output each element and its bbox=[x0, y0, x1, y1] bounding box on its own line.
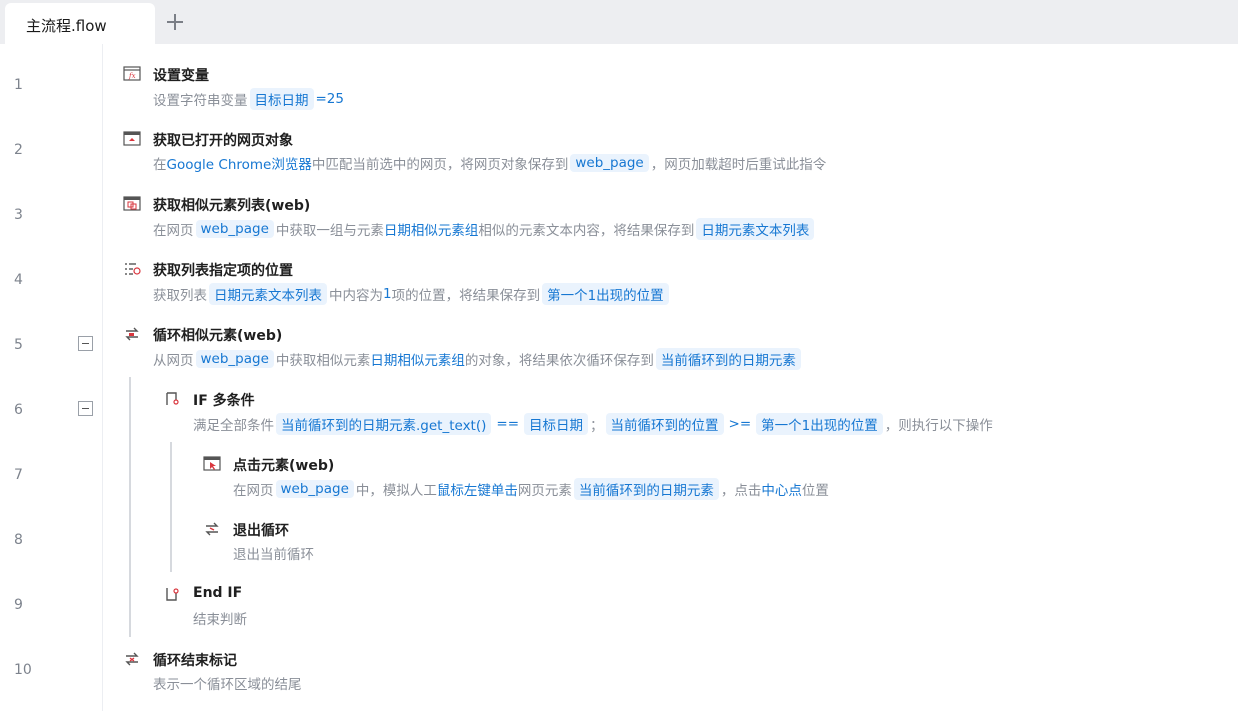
click-type-link[interactable]: 鼠标左键单击 bbox=[437, 479, 518, 499]
step-title: 获取已打开的网页对象 bbox=[153, 133, 293, 149]
variable-chip[interactable]: 日期元素文本列表 bbox=[209, 283, 327, 305]
step-title: 循环结束标记 bbox=[153, 653, 237, 669]
desc-text: 项的位置，将结果保存到 bbox=[391, 288, 541, 304]
web-page-icon bbox=[123, 131, 141, 146]
tab-bar: 主流程.flow bbox=[0, 0, 1238, 44]
operator-text: == bbox=[496, 416, 520, 432]
desc-text: 中，模拟人工 bbox=[355, 483, 437, 499]
list-position-icon bbox=[125, 263, 141, 275]
desc-text: ，则执行以下操作 bbox=[884, 418, 993, 434]
desc-text: 中内容为 bbox=[329, 288, 383, 304]
desc-text: 在 bbox=[153, 157, 167, 173]
step-description: 满足全部条件 当前循环到的日期元素.get_text() == 目标日期 ； 当… bbox=[193, 413, 993, 435]
step-description: 表示一个循环区域的结尾 bbox=[153, 673, 302, 693]
step-title: 退出循环 bbox=[233, 523, 289, 539]
variable-chip[interactable]: 当前循环到的位置 bbox=[605, 413, 724, 435]
desc-text: 设置字符串变量 bbox=[153, 93, 248, 109]
desc-text: 表示一个循环区域的结尾 bbox=[153, 677, 302, 693]
variable-chip[interactable]: 第一个1出现的位置 bbox=[542, 283, 669, 305]
desc-text: 在网页 bbox=[233, 483, 274, 499]
step-description: 设置字符串变量 目标日期 =25 bbox=[153, 88, 344, 110]
step-description: 退出当前循环 bbox=[233, 543, 314, 563]
desc-text: 位置 bbox=[801, 483, 829, 499]
step-description: 在 Google Chrome浏览器 中匹配当前选中的网页，将网页对象保存到 w… bbox=[153, 153, 826, 173]
line-number: 4 bbox=[14, 272, 23, 288]
set-variable-icon: fx bbox=[123, 66, 141, 81]
line-number: 9 bbox=[14, 597, 23, 613]
value-text: =25 bbox=[315, 91, 345, 107]
line-number: 2 bbox=[14, 142, 23, 158]
value-text: 1 bbox=[383, 286, 392, 302]
step-title: End IF bbox=[193, 585, 243, 601]
loop-icon bbox=[125, 327, 139, 341]
step-description: 从网页 web_page 中获取相似元素 日期相似元素组 的对象，将结果依次循环… bbox=[153, 348, 803, 370]
click-position-link[interactable]: 中心点 bbox=[761, 479, 802, 499]
step-title: 点击元素(web) bbox=[233, 458, 335, 474]
operator-text: >= bbox=[728, 416, 752, 432]
line-number: 8 bbox=[14, 532, 23, 548]
if-icon bbox=[166, 392, 179, 405]
line-number: 5 bbox=[14, 337, 23, 353]
step-title: 设置变量 bbox=[153, 68, 209, 84]
end-if-icon bbox=[166, 588, 179, 601]
exit-loop-icon bbox=[205, 522, 219, 536]
line-number: 10 bbox=[14, 662, 32, 678]
desc-text: 满足全部条件 bbox=[193, 418, 274, 434]
line-number: 6 bbox=[14, 402, 23, 418]
line-gutter: 1 2 3 4 5 6 7 8 9 10 bbox=[0, 44, 103, 711]
if-nesting-line bbox=[170, 442, 172, 572]
variable-chip[interactable]: 当前循环到的日期元素 bbox=[573, 478, 719, 500]
element-link[interactable]: 日期相似元素组 bbox=[370, 349, 465, 369]
browser-link[interactable]: Google Chrome浏览器 bbox=[167, 153, 312, 173]
desc-text: 在网页 bbox=[153, 223, 194, 239]
element-link[interactable]: 日期相似元素组 bbox=[384, 219, 479, 239]
tab-main-flow[interactable]: 主流程.flow bbox=[5, 3, 155, 44]
desc-text: ，点击 bbox=[720, 483, 762, 499]
desc-text: 相似的元素文本内容，将结果保存到 bbox=[478, 223, 695, 239]
desc-text: 获取列表 bbox=[153, 288, 207, 304]
desc-text: 的对象，将结果依次循环保存到 bbox=[464, 353, 654, 369]
desc-text: ； bbox=[590, 418, 604, 434]
variable-chip[interactable]: 当前循环到的日期元素 bbox=[655, 348, 801, 370]
desc-text: 中获取一组与元素 bbox=[275, 223, 384, 239]
desc-text: 从网页 bbox=[153, 353, 194, 369]
variable-chip[interactable]: 日期元素文本列表 bbox=[696, 218, 815, 240]
line-number: 1 bbox=[14, 77, 23, 93]
line-number: 3 bbox=[14, 207, 23, 223]
variable-chip[interactable]: web_page bbox=[195, 220, 274, 238]
step-title: 获取相似元素列表(web) bbox=[153, 198, 311, 214]
collapse-if-button[interactable] bbox=[78, 401, 93, 416]
variable-chip[interactable]: 目标日期 bbox=[524, 413, 589, 435]
click-element-icon bbox=[203, 456, 221, 471]
line-number: 7 bbox=[14, 467, 23, 483]
desc-text: 结束判断 bbox=[193, 612, 247, 628]
step-title: IF 多条件 bbox=[193, 393, 255, 409]
step-description: 在网页 web_page 中，模拟人工 鼠标左键单击 网页元素 当前循环到的日期… bbox=[233, 478, 829, 500]
desc-text: 网页元素 bbox=[517, 483, 572, 499]
desc-text: ，网页加载超时后重试此指令 bbox=[650, 157, 827, 173]
desc-text: 中获取相似元素 bbox=[275, 353, 371, 369]
step-title: 获取列表指定项的位置 bbox=[153, 263, 293, 279]
step-description: 获取列表 日期元素文本列表 中内容为 1 项的位置，将结果保存到 第一个1出现的… bbox=[153, 283, 671, 305]
loop-nesting-line bbox=[129, 377, 131, 637]
desc-text: 中匹配当前选中的网页，将网页对象保存到 bbox=[311, 157, 569, 173]
variable-chip[interactable]: 当前循环到的日期元素.get_text() bbox=[276, 413, 492, 435]
desc-text: 退出当前循环 bbox=[233, 547, 314, 563]
tab-label: 主流程.flow bbox=[26, 17, 107, 35]
collapse-loop-button[interactable] bbox=[78, 336, 93, 351]
step-description: 在网页 web_page 中获取一组与元素 日期相似元素组 相似的元素文本内容，… bbox=[153, 218, 816, 240]
add-tab-icon[interactable] bbox=[163, 10, 187, 34]
svg-text:fx: fx bbox=[128, 72, 136, 80]
step-title: 循环相似元素(web) bbox=[153, 328, 283, 344]
step-description: 结束判断 bbox=[193, 608, 247, 628]
variable-chip[interactable]: web_page bbox=[275, 480, 354, 498]
variable-chip[interactable]: web_page bbox=[195, 350, 274, 368]
variable-chip[interactable]: 第一个1出现的位置 bbox=[756, 413, 883, 435]
variable-chip[interactable]: 目标日期 bbox=[249, 88, 314, 110]
variable-chip[interactable]: web_page bbox=[570, 154, 649, 172]
element-list-icon bbox=[123, 196, 141, 211]
loop-end-icon bbox=[125, 652, 139, 666]
